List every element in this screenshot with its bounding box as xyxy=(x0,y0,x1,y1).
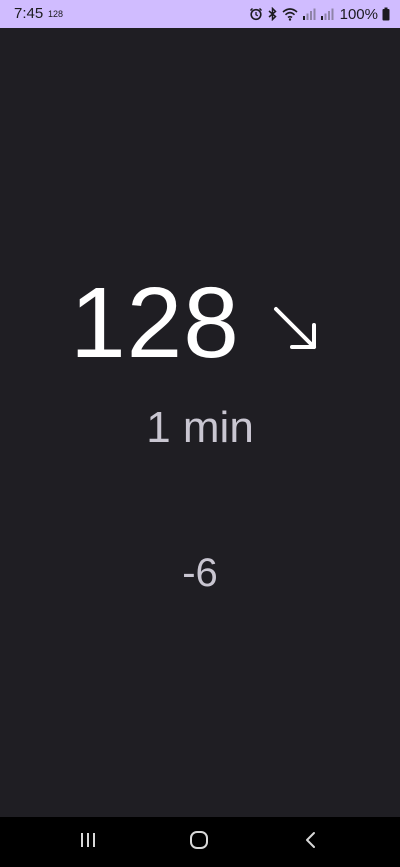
status-icons: 100% xyxy=(249,4,390,24)
status-bar: 7:45 128 100% xyxy=(0,0,400,28)
glucose-delta: -6 xyxy=(182,551,218,595)
battery-percentage: 100% xyxy=(339,5,378,23)
arrow-down-right-icon xyxy=(270,303,322,355)
navigation-bar xyxy=(0,817,400,867)
back-button[interactable] xyxy=(296,829,326,855)
elapsed-time: 1 min xyxy=(146,403,254,452)
back-icon xyxy=(304,831,318,854)
home-icon xyxy=(189,830,209,855)
recents-button[interactable] xyxy=(73,829,103,855)
status-notification-value: 128 xyxy=(48,9,64,19)
battery-icon xyxy=(382,7,390,21)
recents-icon xyxy=(79,832,97,853)
app-screen: 7:45 128 100% 128 1 min -6 xyxy=(0,0,400,867)
glucose-value: 128 xyxy=(70,267,240,379)
wifi-icon xyxy=(282,7,298,21)
signal-icon xyxy=(302,7,316,21)
signal-icon xyxy=(320,7,334,21)
alarm-icon xyxy=(249,7,263,21)
bluetooth-icon xyxy=(267,7,278,21)
status-time: 7:45 xyxy=(14,5,44,22)
home-button[interactable] xyxy=(184,829,214,855)
